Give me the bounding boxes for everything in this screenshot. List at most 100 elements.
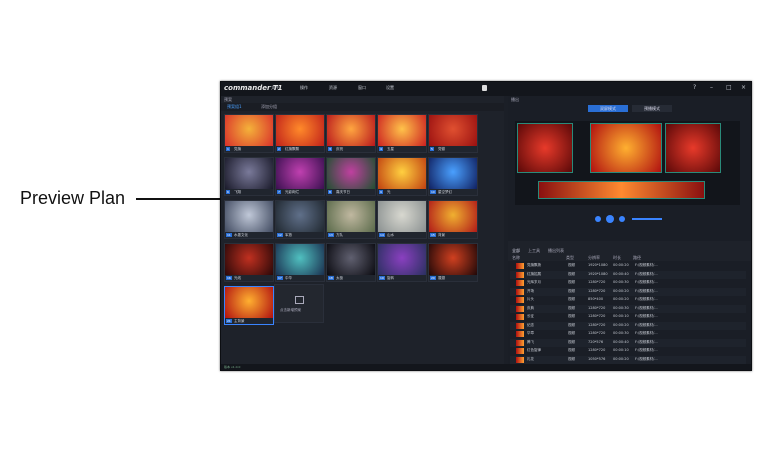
plan-thumbnail-caption: 1 党旗 bbox=[225, 146, 273, 152]
plan-thumbnail[interactable]: 6 飞翔 bbox=[224, 157, 274, 196]
plan-thumbnail[interactable]: 9光 bbox=[377, 157, 427, 196]
dual-screen-mode-button[interactable]: 双屏模式 bbox=[588, 105, 628, 112]
row-resolution: 1280*720 bbox=[588, 331, 606, 335]
play-icon[interactable] bbox=[606, 215, 614, 223]
playlist-row[interactable]: 礼花 视频 1050*576 00:00:20 F:/视频素材/... bbox=[510, 355, 746, 364]
preview-center-screen[interactable] bbox=[590, 123, 662, 173]
row-resolution: 850*400 bbox=[588, 297, 604, 301]
plan-number-badge: 5 bbox=[430, 147, 434, 151]
row-path: F:/视频素材/... bbox=[635, 305, 658, 310]
help-icon[interactable]: ? bbox=[693, 85, 696, 91]
menu-operate[interactable]: 操作 bbox=[300, 85, 308, 91]
row-thumbnail-icon bbox=[516, 263, 524, 269]
playlist-row[interactable]: 华章 视频 1280*720 00:00:30 F:/视频素材/... bbox=[510, 330, 746, 338]
row-duration: 00:00:20 bbox=[613, 297, 629, 301]
tab-playlist[interactable]: 播出列表 bbox=[548, 248, 564, 254]
menu-settings[interactable]: 设置 bbox=[386, 85, 394, 91]
row-thumbnail-icon bbox=[516, 356, 524, 363]
preview-bottom-screen[interactable] bbox=[538, 181, 705, 199]
plan-thumbnail[interactable]: 14 山水 bbox=[377, 200, 427, 239]
row-thumbnail-icon bbox=[516, 331, 524, 337]
plan-thumbnail[interactable]: 12 军旅 bbox=[275, 200, 325, 239]
plan-thumbnail-image bbox=[429, 201, 477, 232]
plan-thumbnail-caption: 7 光影绚烂 bbox=[276, 189, 324, 195]
plan-name: 旋转 bbox=[387, 276, 394, 280]
plan-name: 太极 bbox=[336, 276, 343, 280]
plan-thumbnail[interactable]: 19 旋转 bbox=[377, 243, 427, 282]
playlist-row[interactable]: 纪念 视频 1280*720 00:00:20 F:/视频素材/... bbox=[510, 321, 746, 330]
maximize-icon[interactable]: □ bbox=[726, 85, 732, 91]
tab-add-group[interactable]: 添加分组 bbox=[261, 104, 277, 110]
plan-name: 山水 bbox=[387, 233, 394, 237]
plan-thumbnail[interactable]: 8 喜庆节日 bbox=[326, 157, 376, 196]
plan-thumbnail-image bbox=[378, 115, 426, 146]
playlist-row[interactable]: 开场 视频 1280*720 00:00:20 F:/视频素材/... bbox=[510, 287, 746, 296]
plan-thumbnail[interactable]: 20 展翅 bbox=[428, 243, 478, 282]
playlist-row[interactable]: 片头 视频 850*400 00:00:20 F:/视频素材/... bbox=[510, 296, 746, 304]
tab-all[interactable]: 全部 bbox=[512, 248, 520, 254]
row-thumbnail-icon bbox=[516, 314, 524, 320]
next-icon[interactable] bbox=[619, 216, 625, 222]
plan-thumbnail[interactable]: 4 五星 bbox=[377, 114, 427, 153]
playlist-row[interactable]: 腾飞 视频 720*576 00:00:40 F:/视频素材/... bbox=[510, 338, 746, 347]
plan-thumbnail-caption: 16 光线 bbox=[225, 275, 273, 281]
status-text: 版本 v1.0.0 bbox=[224, 365, 241, 369]
add-plan-button[interactable]: 点击新增预案 bbox=[274, 284, 324, 323]
menu-file[interactable]: 文件 bbox=[271, 85, 279, 91]
row-path: F:/视频素材/... bbox=[635, 356, 658, 361]
row-name: 党旗飘扬 bbox=[527, 263, 541, 267]
row-resolution: 1920*1080 bbox=[588, 263, 608, 267]
prev-icon[interactable] bbox=[595, 216, 601, 222]
plan-thumbnail[interactable]: 11 水墨文化 bbox=[224, 200, 274, 239]
playlist-row[interactable]: 长征 视频 1280*720 00:00:10 F:/视频素材/... bbox=[510, 313, 746, 321]
plan-thumbnail-image bbox=[378, 158, 426, 189]
playlist-row[interactable]: 红旗招展 视频 1920*1080 00:00:40 F:/视频素材/... bbox=[510, 270, 746, 279]
plan-name: 红旗飘飘 bbox=[285, 147, 299, 151]
plan-name: 飞翔 bbox=[234, 190, 241, 194]
lock-icon[interactable] bbox=[482, 85, 487, 91]
plan-thumbnail[interactable]: 13 方队 bbox=[326, 200, 376, 239]
menu-window[interactable]: 窗口 bbox=[358, 85, 366, 91]
plan-thumbnail-image bbox=[327, 115, 375, 146]
plan-thumbnail-caption: 21 主背景 bbox=[225, 318, 273, 324]
plan-thumbnail[interactable]: 16 光线 bbox=[224, 243, 274, 282]
plan-thumbnail-image bbox=[327, 158, 375, 189]
row-duration: 00:00:10 bbox=[613, 314, 629, 318]
tab-toolbar[interactable]: 上工具 bbox=[528, 248, 540, 254]
row-resolution: 1280*720 bbox=[588, 305, 606, 310]
volume-slider[interactable] bbox=[632, 218, 662, 220]
plan-thumbnail[interactable]: 2 红旗飘飘 bbox=[275, 114, 325, 153]
plan-thumbnail[interactable]: 3 庆祝 bbox=[326, 114, 376, 153]
preview-area bbox=[515, 121, 740, 205]
playlist-row[interactable]: 庆典 视频 1280*720 00:00:30 F:/视频素材/... bbox=[510, 304, 746, 313]
minimize-icon[interactable]: – bbox=[710, 85, 713, 91]
row-name: 纪念 bbox=[527, 322, 534, 327]
preview-right-screen[interactable] bbox=[665, 123, 721, 173]
plan-number-badge: 13 bbox=[328, 233, 334, 237]
row-name: 华章 bbox=[527, 331, 534, 335]
preview-mode-button[interactable]: 预播模式 bbox=[632, 105, 672, 112]
plan-name: 主背景 bbox=[234, 319, 245, 323]
row-duration: 00:00:40 bbox=[613, 339, 629, 344]
playlist-row[interactable]: 党旗飘扬 视频 1920*1080 00:00:20 F:/视频素材/... bbox=[510, 262, 746, 270]
playlist-row[interactable]: 光辉岁月 视频 1280*720 00:00:30 F:/视频素材/... bbox=[510, 279, 746, 287]
plan-thumbnail[interactable]: 15 背景 bbox=[428, 200, 478, 239]
playlist-row[interactable]: 红色旋律 视频 1280*720 00:00:10 F:/视频素材/... bbox=[510, 347, 746, 355]
plan-name: 光 bbox=[387, 190, 391, 194]
close-icon[interactable]: × bbox=[741, 85, 746, 91]
row-thumbnail-icon bbox=[516, 305, 524, 312]
plan-thumbnail[interactable]: 5 党徽 bbox=[428, 114, 478, 153]
plan-thumbnail[interactable]: 7 光影绚烂 bbox=[275, 157, 325, 196]
playlist-header: 全部 上工具 播出列表 名称 类型 分辨率 时长 路径 bbox=[508, 241, 751, 261]
plan-number-badge: 2 bbox=[277, 147, 281, 151]
menu-resource[interactable]: 资源 bbox=[329, 85, 337, 91]
plan-thumbnail[interactable]: 21 主背景 bbox=[224, 286, 274, 325]
plan-thumbnail[interactable]: 17 中华 bbox=[275, 243, 325, 282]
plan-thumbnail[interactable]: 1 党旗 bbox=[224, 114, 274, 153]
plan-thumbnail[interactable]: 18 太极 bbox=[326, 243, 376, 282]
row-type: 视频 bbox=[568, 356, 575, 361]
plan-thumbnail[interactable]: 10 星空梦幻 bbox=[428, 157, 478, 196]
tab-group-1[interactable]: 预案组1 bbox=[227, 104, 242, 110]
preview-left-screen[interactable] bbox=[517, 123, 573, 173]
col-path: 路径 bbox=[633, 255, 641, 260]
